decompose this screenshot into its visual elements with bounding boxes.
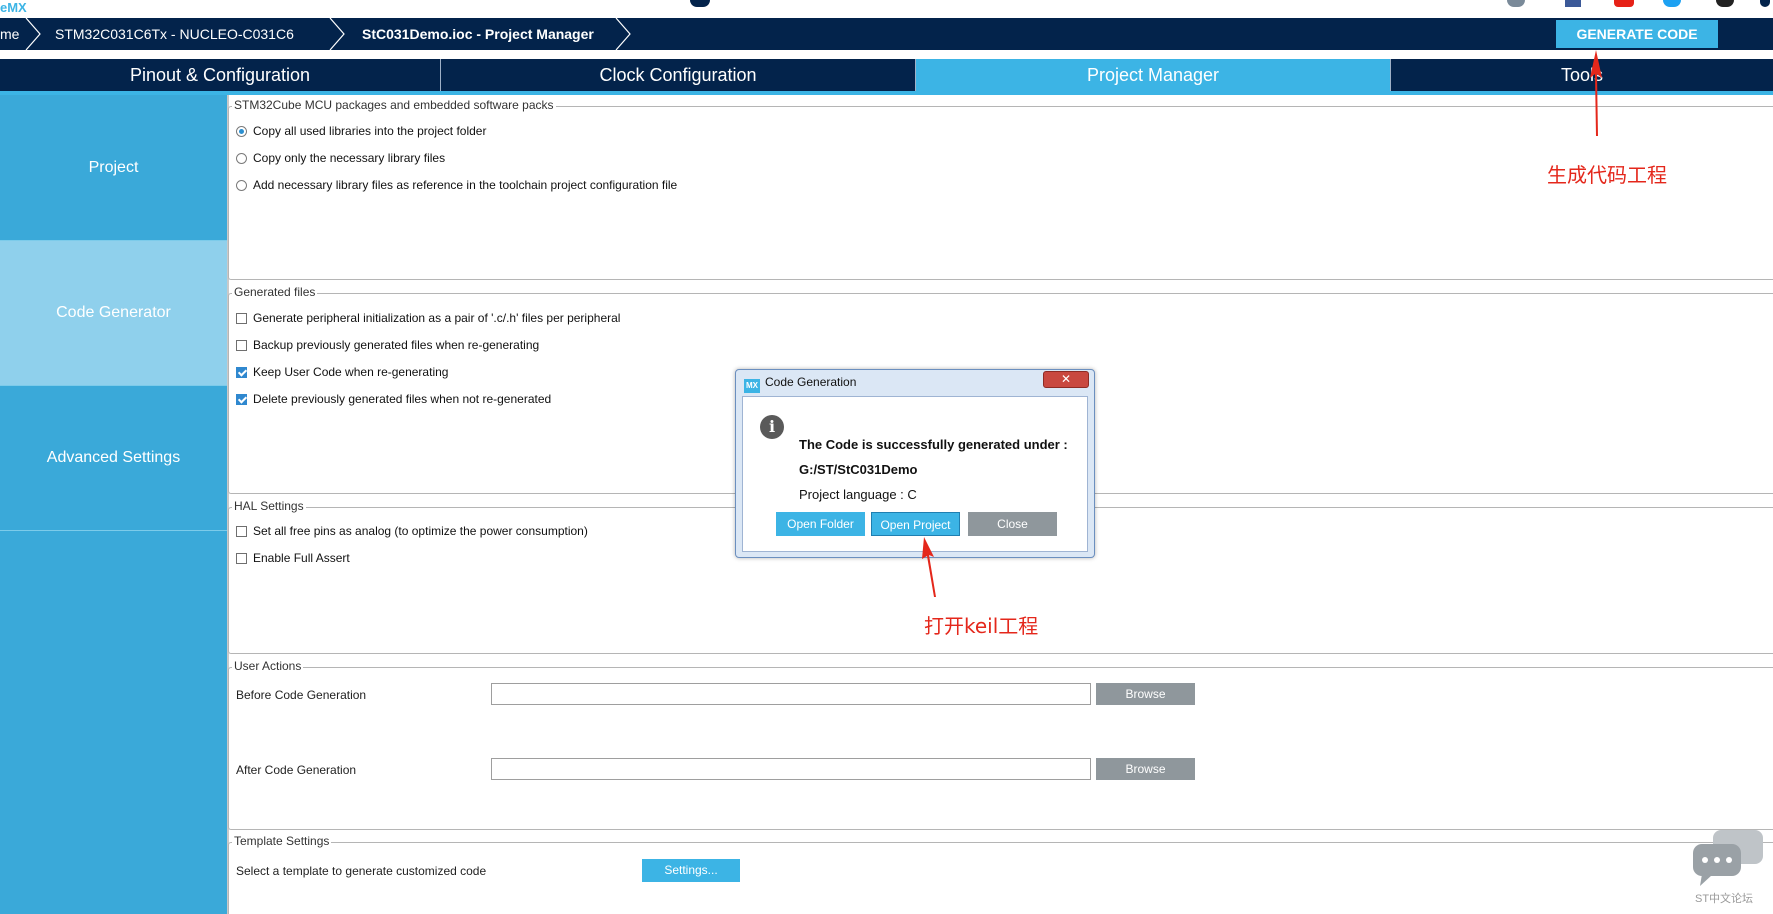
tab-pinout[interactable]: Pinout & Configuration xyxy=(0,59,441,91)
sidebar-item-label: Advanced Settings xyxy=(46,449,181,466)
github-icon[interactable] xyxy=(1716,0,1734,7)
template-label: Select a template to generate customized… xyxy=(236,864,487,878)
checkbox-icon[interactable] xyxy=(236,340,247,351)
radio-icon[interactable] xyxy=(236,153,247,164)
app-brand: eMX xyxy=(0,0,27,15)
user-icon[interactable] xyxy=(690,0,710,7)
info-icon: i xyxy=(760,415,784,439)
generate-code-button[interactable]: GENERATE CODE xyxy=(1556,20,1718,48)
checkbox-icon[interactable] xyxy=(236,553,247,564)
option-copy-necessary-files[interactable]: Copy only the necessary library files xyxy=(236,151,445,165)
dialog-title: MX Code Generation xyxy=(744,375,856,393)
after-generation-label: After Code Generation xyxy=(236,763,357,777)
breadcrumb: me STM32C031C6Tx - NUCLEO-C031C6 StC031D… xyxy=(0,18,1773,50)
breadcrumb-project[interactable]: StC031Demo.ioc - Project Manager xyxy=(362,18,594,50)
checkbox-icon[interactable] xyxy=(236,313,247,324)
after-browse-button[interactable]: Browse xyxy=(1096,758,1195,780)
template-settings-group-title: Template Settings xyxy=(232,834,332,848)
mx-logo-icon: MX xyxy=(744,379,760,393)
breadcrumb-home[interactable]: me xyxy=(0,18,19,50)
open-folder-button[interactable]: Open Folder xyxy=(776,512,865,536)
top-strip: eMX xyxy=(0,0,1773,18)
twitter-icon[interactable] xyxy=(1663,0,1681,7)
community-icon[interactable] xyxy=(1507,0,1525,7)
annotation-arrow-open-project xyxy=(922,537,936,597)
breadcrumb-chevron-icon xyxy=(329,18,345,50)
after-generation-input[interactable] xyxy=(491,758,1091,780)
template-settings-button[interactable]: Settings... xyxy=(642,859,740,882)
app-window: eMX me STM32C031C6Tx - NUCLEO-C031C6 StC… xyxy=(0,0,1773,914)
breadcrumb-mcu[interactable]: STM32C031C6Tx - NUCLEO-C031C6 xyxy=(55,18,294,50)
youtube-icon[interactable] xyxy=(1614,0,1634,7)
dialog-language: Project language : C xyxy=(799,487,917,502)
option-keep-user-code[interactable]: Keep User Code when re-generating xyxy=(236,365,448,379)
annotation-open-keil: 打开keil工程 xyxy=(924,614,1039,638)
option-backup-files[interactable]: Backup previously generated files when r… xyxy=(236,338,539,352)
chat-icon[interactable] xyxy=(1690,828,1765,888)
sidebar-item-project[interactable]: Project xyxy=(0,95,227,240)
radio-icon[interactable] xyxy=(236,126,247,137)
st-icon[interactable] xyxy=(1760,0,1770,7)
option-delete-previous-files[interactable]: Delete previously generated files when n… xyxy=(236,392,551,406)
packages-group-title: STM32Cube MCU packages and embedded soft… xyxy=(232,98,556,112)
code-generation-dialog: MX Code Generation ✕ i The Code is succes… xyxy=(735,369,1095,558)
tab-clock[interactable]: Clock Configuration xyxy=(441,59,916,91)
dialog-close-button[interactable]: Close xyxy=(968,512,1057,536)
option-add-as-reference[interactable]: Add necessary library files as reference… xyxy=(236,178,677,192)
dialog-path: G:/ST/StC031Demo xyxy=(799,462,918,477)
sidebar-item-advanced-settings[interactable]: Advanced Settings xyxy=(0,386,227,530)
tab-tools[interactable]: Tools xyxy=(1391,59,1773,91)
chat-label: ST中文论坛 xyxy=(1695,893,1754,905)
sidebar: Project Code Generator Advanced Settings xyxy=(0,95,227,914)
option-full-assert[interactable]: Enable Full Assert xyxy=(236,551,350,565)
user-actions-group-title: User Actions xyxy=(232,659,304,673)
option-peripheral-pair-files[interactable]: Generate peripheral initialization as a … xyxy=(236,311,620,325)
option-copy-all-libraries[interactable]: Copy all used libraries into the project… xyxy=(236,124,486,138)
open-project-button[interactable]: Open Project xyxy=(871,512,960,536)
sidebar-item-label: Project xyxy=(88,159,139,176)
dialog-close-icon[interactable]: ✕ xyxy=(1043,371,1089,388)
annotation-generate-code: 生成代码工程 xyxy=(1547,163,1667,187)
checkbox-icon[interactable] xyxy=(236,394,247,405)
facebook-icon[interactable] xyxy=(1565,0,1581,7)
template-settings-group xyxy=(228,842,1773,914)
radio-icon[interactable] xyxy=(236,180,247,191)
dialog-title-text: Code Generation xyxy=(765,375,857,389)
main-tabs: Pinout & Configuration Clock Configurati… xyxy=(0,59,1773,91)
option-free-pins-analog[interactable]: Set all free pins as analog (to optimize… xyxy=(236,524,588,538)
sidebar-item-code-generator[interactable]: Code Generator xyxy=(0,241,227,385)
sidebar-divider xyxy=(0,530,227,531)
dialog-body: i The Code is successfully generated und… xyxy=(742,396,1088,552)
generated-files-group-title: Generated files xyxy=(232,285,318,299)
checkbox-icon[interactable] xyxy=(236,367,247,378)
checkbox-icon[interactable] xyxy=(236,526,247,537)
before-generation-label: Before Code Generation xyxy=(236,688,367,702)
breadcrumb-chevron-icon xyxy=(615,18,631,50)
sidebar-item-label: Code Generator xyxy=(56,304,171,321)
dialog-message: The Code is successfully generated under… xyxy=(799,437,1068,452)
before-browse-button[interactable]: Browse xyxy=(1096,683,1195,705)
hal-settings-group-title: HAL Settings xyxy=(232,499,306,513)
breadcrumb-chevron-icon xyxy=(25,18,41,50)
before-generation-input[interactable] xyxy=(491,683,1091,705)
annotation-arrow-generate xyxy=(1590,50,1602,136)
tab-project-manager[interactable]: Project Manager xyxy=(916,59,1391,91)
